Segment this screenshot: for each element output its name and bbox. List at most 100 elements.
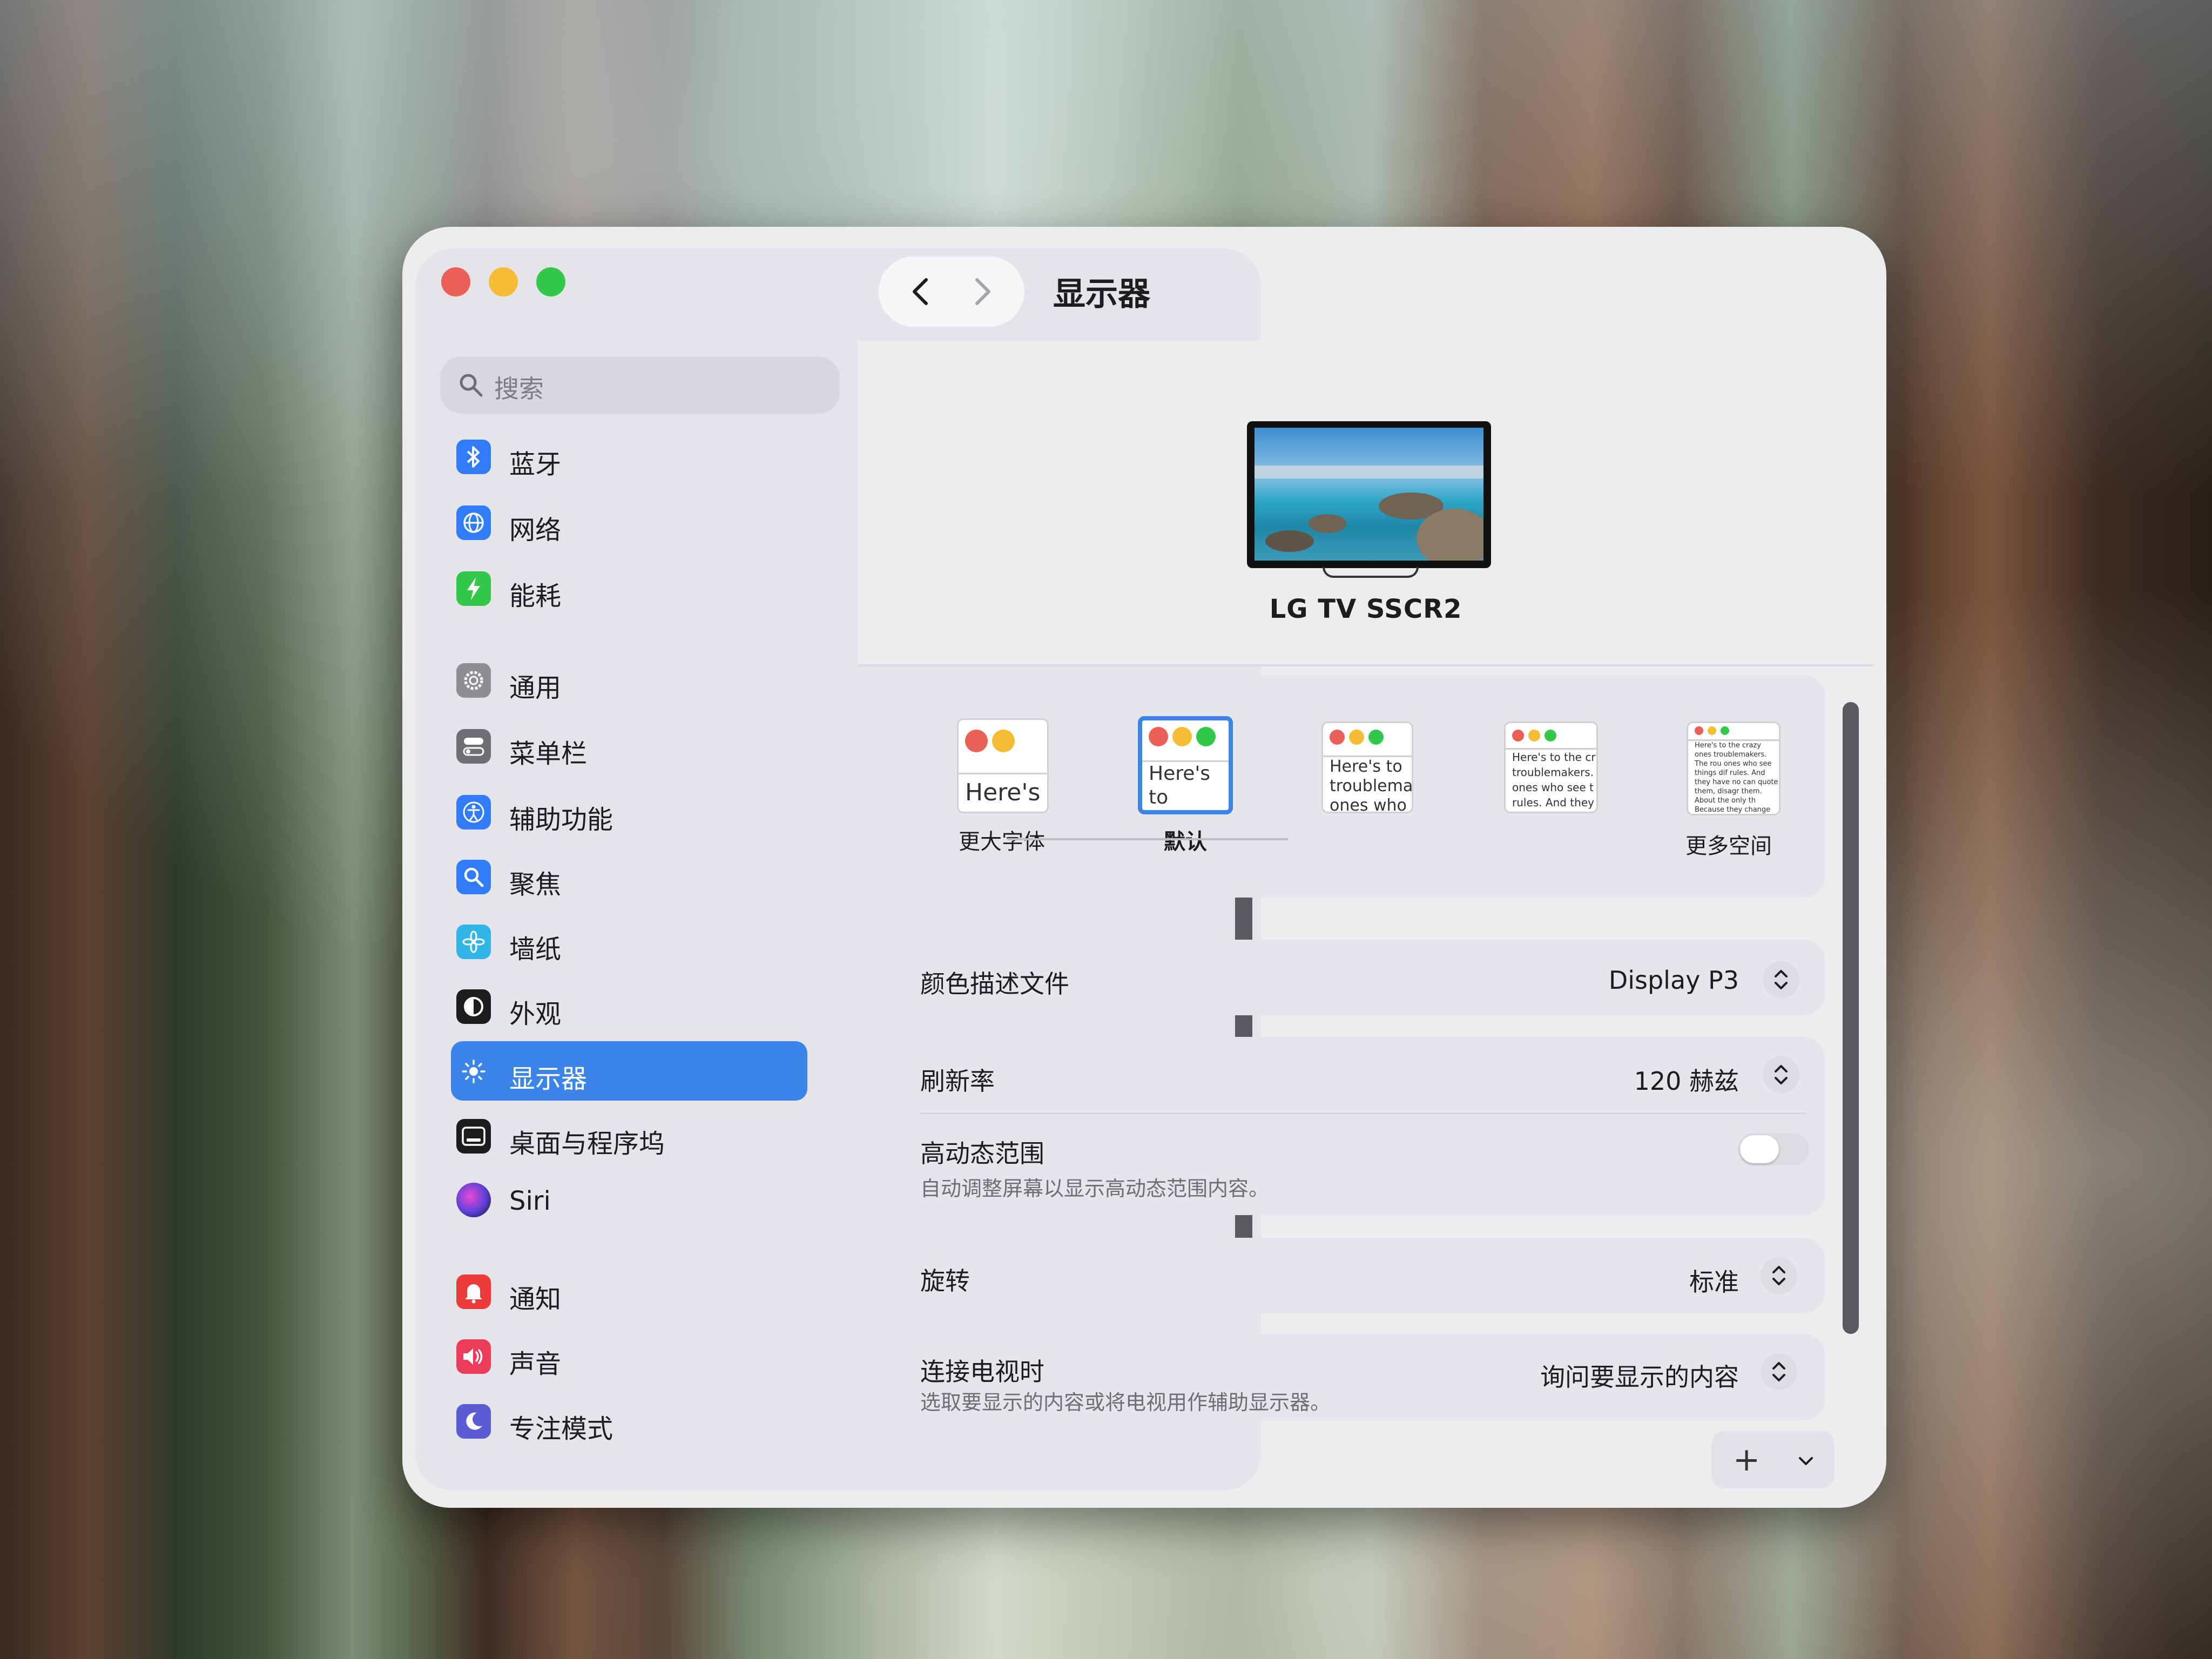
sidebar-item-label: 能耗	[509, 581, 562, 611]
tv-wallpaper-preview	[1255, 428, 1483, 561]
siri-icon	[456, 1183, 491, 1217]
hdr-toggle[interactable]	[1738, 1133, 1809, 1165]
tv-connect-popup[interactable]	[1761, 1353, 1797, 1390]
appearance-icon	[456, 989, 491, 1024]
rotation-label: 旋转	[920, 1266, 970, 1296]
tv-display-icon[interactable]	[1247, 421, 1491, 568]
sidebar-item-energy[interactable]: 能耗	[451, 558, 807, 618]
search-icon	[460, 374, 483, 397]
add-button[interactable]: +	[1733, 1441, 1760, 1479]
refresh-rate-value[interactable]: 120 赫兹	[1634, 1062, 1739, 1097]
resolution-option-4[interactable]: Here's to the cr troublemakers. ones who…	[1504, 721, 1598, 813]
display-name: LG TV SSCR2	[1269, 594, 1462, 624]
resolution-sample-text: Here's to troublem	[1142, 760, 1229, 810]
magnifier-icon	[456, 860, 491, 894]
color-profile-popup[interactable]	[1763, 961, 1799, 998]
sidebar-item-label: 声音	[509, 1349, 562, 1379]
gear-icon	[456, 663, 491, 698]
sidebar-item-focus[interactable]: 专注模式	[451, 1391, 807, 1451]
speaker-icon	[456, 1339, 491, 1374]
toggle-knob	[1740, 1135, 1779, 1163]
refresh-rate-popup[interactable]	[1763, 1056, 1799, 1093]
hdr-description: 自动调整屏幕以显示高动态范围内容。	[920, 1177, 1270, 1201]
resolution-sample-text: Here's to the cr troublemakers. ones who…	[1506, 748, 1596, 812]
content-scrollbar[interactable]	[1843, 702, 1859, 1334]
sidebar-item-label: 辅助功能	[509, 805, 613, 835]
display-preview: LG TV SSCR2	[858, 340, 1873, 666]
minimize-button[interactable]	[489, 267, 518, 296]
sidebar-item-sound[interactable]: 声音	[451, 1326, 807, 1386]
resolution-option-3[interactable]: Here's to troublema ones who	[1321, 721, 1413, 813]
sidebar-item-label: 菜单栏	[509, 739, 588, 769]
search-field[interactable]: 搜索	[440, 356, 840, 414]
sun-icon	[456, 1054, 491, 1089]
system-settings-window: 搜索 蓝牙 网络 能耗 通用 菜单栏 辅助功能 聚焦 墙纸 外观 显示器 桌面与…	[402, 227, 1886, 1508]
sidebar-item-label: 墙纸	[509, 934, 562, 965]
tv-connect-description: 选取要显示的内容或将电视用作辅助显示器。	[920, 1391, 1331, 1414]
sidebar-item-displays[interactable]: 显示器	[451, 1041, 807, 1101]
battery-bolt-icon	[456, 571, 491, 606]
accessibility-icon	[456, 795, 491, 830]
flower-icon	[456, 925, 491, 959]
rotation-row: 旋转 标准	[902, 1238, 1825, 1313]
resolution-track	[1007, 838, 1288, 840]
back-arrow-icon[interactable]	[900, 270, 943, 313]
zoom-button[interactable]	[536, 267, 565, 296]
hdr-label: 高动态范围	[920, 1139, 1044, 1168]
sidebar-item-spotlight[interactable]: 聚焦	[451, 847, 807, 906]
sidebar-item-label: 显示器	[509, 1064, 588, 1094]
sidebar-item-label: 桌面与程序坞	[509, 1129, 665, 1159]
color-profile-value[interactable]: Display P3	[1609, 966, 1739, 995]
chevron-down-icon[interactable]	[1792, 1447, 1819, 1474]
rotation-value[interactable]: 标准	[1689, 1263, 1739, 1298]
resolution-sample-text: Here's to troublema ones who	[1323, 756, 1412, 812]
resolution-label-more-space: 更多空间	[1685, 834, 1772, 859]
chevron-updown-icon	[1775, 970, 1788, 989]
sidebar-item-label: 通用	[509, 673, 562, 703]
row-divider	[920, 1112, 1806, 1114]
rotation-popup[interactable]	[1761, 1257, 1797, 1294]
toggles-icon	[456, 729, 491, 764]
tv-connect-row: 连接电视时 选取要显示的内容或将电视用作辅助显示器。 询问要显示的内容	[902, 1334, 1825, 1420]
sidebar-item-network[interactable]: 网络	[451, 493, 807, 552]
bluetooth-icon	[456, 440, 491, 474]
sidebar-item-general[interactable]: 通用	[451, 650, 807, 710]
sidebar-item-label: Siri	[509, 1186, 551, 1216]
sidebar-item-wallpaper[interactable]: 墙纸	[451, 912, 807, 971]
resolution-option-more-space[interactable]: Here's to the crazy ones troublemakers. …	[1687, 721, 1781, 815]
tv-stand	[1323, 567, 1419, 578]
color-profile-label: 颜色描述文件	[920, 969, 1069, 999]
sidebar-item-bluetooth[interactable]: 蓝牙	[451, 427, 807, 486]
sidebar-item-label: 聚焦	[509, 869, 562, 900]
bell-icon	[456, 1274, 491, 1309]
sidebar-item-accessibility[interactable]: 辅助功能	[451, 782, 807, 841]
refresh-hdr-group: 刷新率 120 赫兹 高动态范围 自动调整屏幕以显示高动态范围内容。	[902, 1037, 1825, 1215]
resolution-option-default[interactable]: Here's to troublem	[1138, 716, 1233, 814]
resolution-sample-text: Here's to the crazy ones troublemakers. …	[1688, 739, 1779, 814]
chevron-updown-icon	[1772, 1362, 1785, 1381]
globe-icon	[456, 505, 491, 540]
close-button[interactable]	[441, 267, 470, 296]
add-display-control: +	[1711, 1431, 1835, 1488]
sidebar-item-label: 蓝牙	[509, 449, 562, 480]
sidebar-item-appearance[interactable]: 外观	[451, 976, 807, 1036]
tv-connect-value[interactable]: 询问要显示的内容	[1540, 1358, 1739, 1393]
sidebar-item-menu-bar[interactable]: 菜单栏	[451, 716, 807, 775]
tv-connect-label: 连接电视时	[920, 1357, 1044, 1386]
sidebar-item-label: 网络	[509, 515, 562, 545]
forward-arrow-icon[interactable]	[960, 270, 1003, 313]
search-placeholder: 搜索	[494, 374, 544, 403]
resolution-sample-text: Here's	[959, 773, 1047, 812]
sidebar-item-label: 外观	[509, 999, 562, 1029]
sidebar-item-label: 通知	[509, 1284, 562, 1314]
color-profile-row: 颜色描述文件 Display P3	[902, 940, 1825, 1015]
resolution-option-larger-text[interactable]: Here's	[957, 718, 1049, 813]
sidebar-item-notifications[interactable]: 通知	[451, 1262, 807, 1321]
sidebar-item-label: 专注模式	[509, 1414, 613, 1444]
navigation-buttons	[879, 257, 1024, 327]
chevron-updown-icon	[1772, 1266, 1785, 1285]
sidebar-item-siri[interactable]: Siri	[451, 1170, 807, 1229]
moon-icon	[456, 1404, 491, 1439]
sidebar-item-desktop-dock[interactable]: 桌面与程序坞	[451, 1106, 807, 1165]
chevron-updown-icon	[1775, 1065, 1788, 1084]
